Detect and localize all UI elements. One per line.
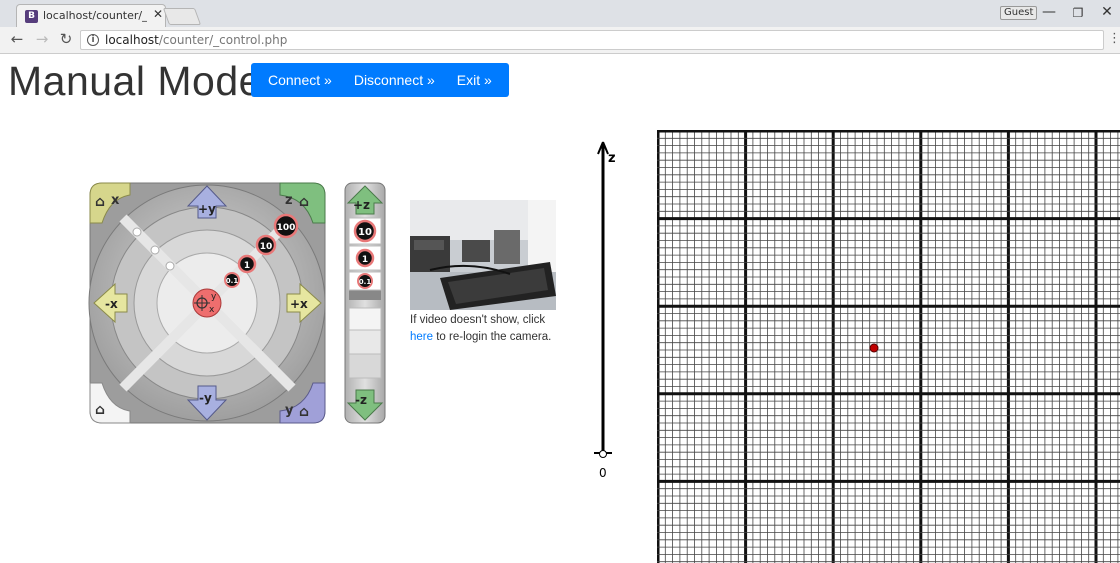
camera-relogin-link[interactable]: here (410, 331, 433, 343)
control-button-bar: Connect » Disconnect » Exit » (251, 63, 509, 97)
svg-text:z: z (285, 193, 293, 208)
connect-button[interactable]: Connect » (257, 72, 343, 88)
svg-text:1: 1 (362, 255, 368, 265)
info-icon[interactable]: i (87, 34, 99, 46)
z-step-1-marker[interactable]: 1 (348, 245, 382, 271)
step-0.1-marker[interactable]: 0.1 (224, 272, 240, 288)
xy-position-marker (869, 343, 879, 353)
bootstrap-favicon-icon: B (25, 10, 38, 23)
step-1-marker[interactable]: 1 (237, 254, 257, 274)
svg-text:x: x (111, 193, 120, 208)
tab-strip: B localhost/counter/_contr ✕ Guest — ❐ ✕ (0, 0, 1120, 27)
svg-text:0.1: 0.1 (359, 278, 372, 286)
tab-title: localhost/counter/_contr (43, 9, 147, 22)
svg-text:-x: -x (105, 297, 118, 311)
z-axis-indicator: z 0 (594, 141, 616, 480)
svg-text:+y: +y (198, 202, 216, 216)
svg-text:x: x (209, 305, 215, 315)
z-axis-label: z (608, 151, 616, 166)
close-window-icon[interactable]: ✕ (1097, 4, 1117, 20)
step-100-marker[interactable]: 100 (273, 213, 299, 239)
jog-control-panel: ⌂ x z ⌂ ⌂ y ⌂ +y -y -x +x 100 10 1 0.1 y… (88, 182, 386, 424)
z-axis-zero: 0 (599, 466, 607, 480)
url-text: localhost/counter/_control.php (105, 33, 288, 47)
svg-text:10: 10 (358, 227, 372, 238)
address-bar[interactable]: i localhost/counter/_control.php (80, 30, 1104, 50)
minimize-icon[interactable]: — (1039, 4, 1059, 20)
browser-tab[interactable]: B localhost/counter/_contr ✕ (16, 4, 166, 27)
forward-arrow-icon[interactable]: → (33, 30, 51, 48)
disconnect-button[interactable]: Disconnect » (343, 72, 446, 88)
menu-dots-icon[interactable]: ⋮ (1108, 31, 1120, 46)
home-icon: ⌂ (95, 402, 105, 418)
new-tab-button[interactable] (162, 8, 202, 25)
reload-icon[interactable]: ↻ (57, 30, 75, 48)
page-title: Manual Mode (8, 58, 262, 104)
camera-caption: If video doesn't show, click here to re-… (410, 314, 552, 343)
step-10-marker[interactable]: 10 (255, 234, 277, 256)
guest-profile-badge[interactable]: Guest (1000, 6, 1038, 20)
svg-text:1: 1 (244, 261, 250, 271)
z-position-marker (599, 450, 607, 458)
back-arrow-icon[interactable]: ← (8, 30, 26, 48)
browser-toolbar: ← → ↻ i localhost/counter/_control.php ⋮ (0, 27, 1120, 54)
restore-icon[interactable]: ❐ (1068, 6, 1088, 20)
svg-text:y: y (211, 292, 217, 302)
svg-text:0.1: 0.1 (226, 277, 239, 285)
svg-text:y: y (285, 403, 294, 418)
home-icon: ⌂ (299, 404, 309, 420)
home-icon: ⌂ (299, 194, 309, 210)
camera-feed (410, 200, 556, 310)
home-icon: ⌂ (95, 194, 105, 210)
svg-text:-z: -z (355, 393, 367, 407)
svg-text:+x: +x (290, 297, 308, 311)
exit-button[interactable]: Exit » (446, 72, 503, 88)
tab-close-icon[interactable]: ✕ (153, 7, 163, 21)
z-step-10-marker[interactable]: 10 (348, 217, 382, 245)
svg-text:10: 10 (260, 242, 273, 252)
svg-text:+z: +z (353, 198, 370, 212)
xy-position-grid[interactable] (657, 130, 1120, 563)
svg-text:100: 100 (277, 223, 296, 233)
svg-text:-y: -y (199, 391, 212, 405)
z-step-0.1-marker[interactable]: 0.1 (348, 271, 382, 291)
center-origin-button[interactable]: y x (192, 288, 222, 318)
